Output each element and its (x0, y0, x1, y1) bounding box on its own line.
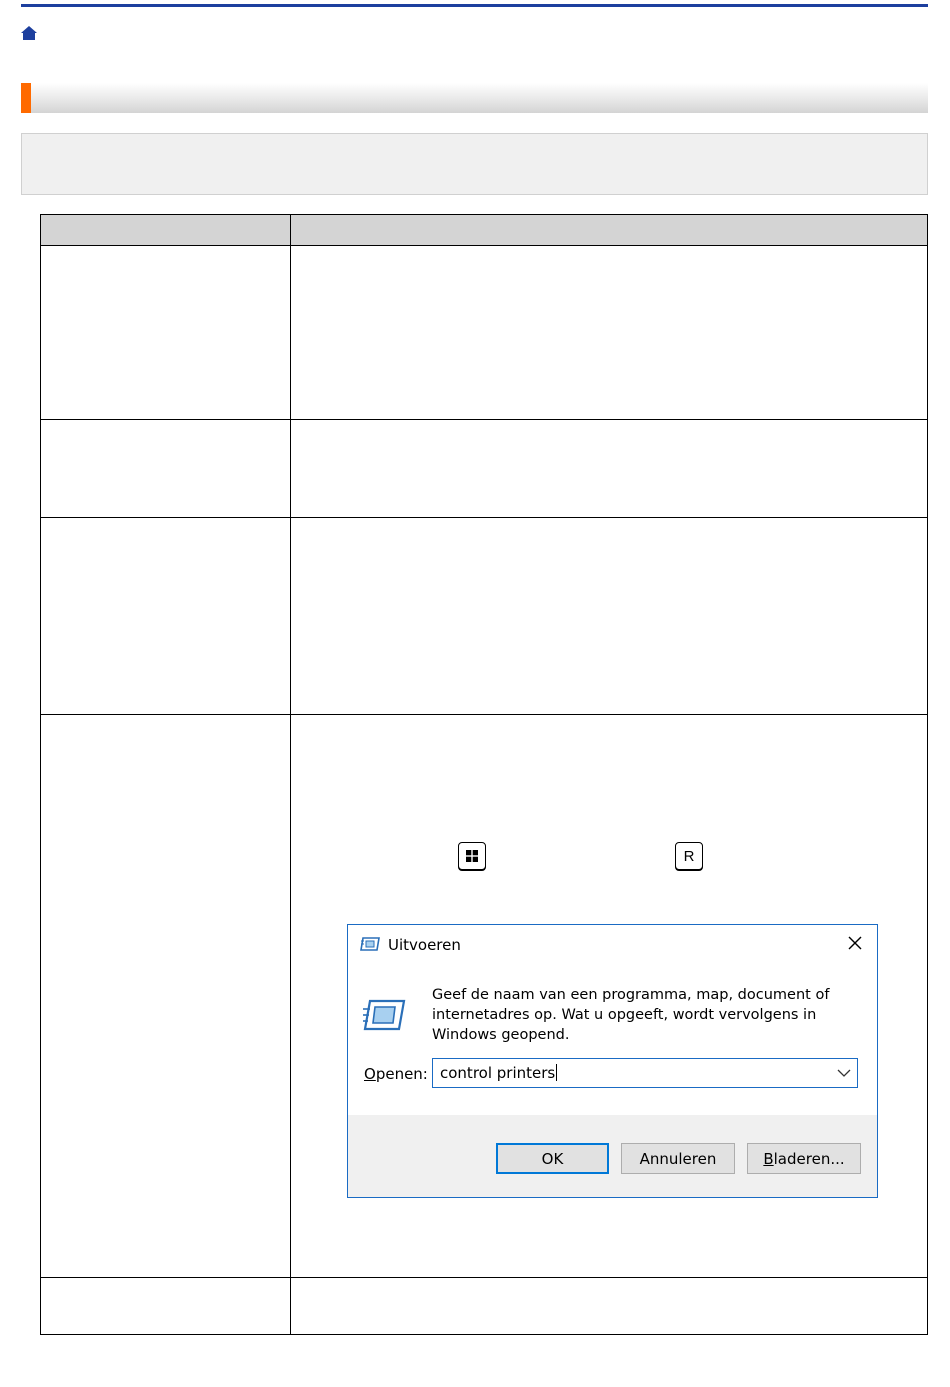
run-dialog: Uitvoeren Geef de naam van een programma… (347, 924, 878, 1198)
ok-button[interactable]: OK (496, 1143, 609, 1174)
table-row-divider (40, 517, 928, 518)
cancel-button[interactable]: Annuleren (621, 1143, 735, 1174)
open-label: Openen: (364, 1065, 428, 1083)
top-rule (21, 4, 928, 7)
dialog-footer: OK Annuleren Bladeren... (348, 1115, 877, 1197)
chevron-down-icon[interactable] (837, 1067, 851, 1079)
r-key: R (675, 842, 703, 870)
table-header-divider (40, 245, 928, 246)
table-row-divider (40, 714, 928, 715)
close-icon[interactable] (845, 933, 865, 953)
windows-logo-icon (466, 850, 478, 862)
table-header-row (41, 215, 927, 245)
browse-label: laderen... (773, 1149, 845, 1168)
note-box (21, 133, 928, 195)
table-row-divider (40, 1277, 928, 1278)
open-label-text: penen: (375, 1065, 428, 1083)
run-app-icon (363, 999, 406, 1031)
open-label-accelerator: O (364, 1065, 376, 1083)
windows-key (458, 842, 486, 870)
open-input-text: control printers (440, 1064, 556, 1082)
table-border-top (40, 214, 928, 215)
run-app-icon (360, 937, 380, 951)
table-row-divider (40, 419, 928, 420)
table-border-bottom (40, 1334, 928, 1335)
open-input-value: control printers (440, 1064, 558, 1082)
table-border-right (927, 214, 928, 1335)
browse-accelerator: B (763, 1149, 774, 1168)
dialog-titlebar[interactable]: Uitvoeren (348, 925, 877, 965)
dialog-title: Uitvoeren (388, 936, 461, 954)
title-accent (21, 83, 31, 113)
table-border-left (40, 214, 41, 1335)
open-input[interactable]: control printers (432, 1058, 858, 1088)
dialog-message: Geef de naam van een programma, map, doc… (432, 987, 830, 1043)
table-column-divider (290, 214, 291, 1335)
text-caret (556, 1064, 558, 1081)
home-icon[interactable] (21, 26, 37, 40)
section-title-bar (21, 83, 928, 113)
browse-button[interactable]: Bladeren... (747, 1143, 861, 1174)
